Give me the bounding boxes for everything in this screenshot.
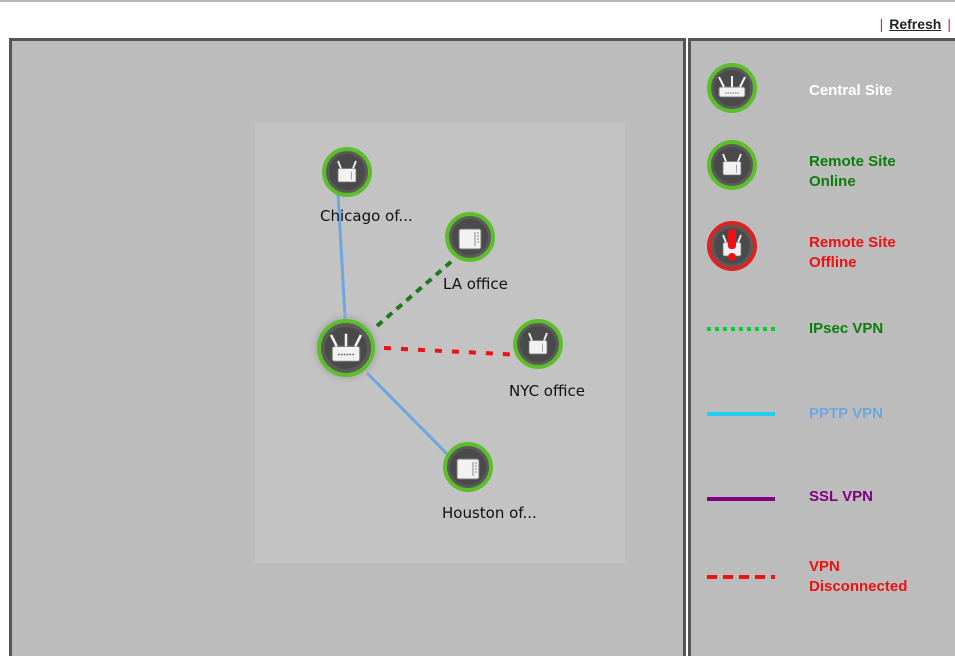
houston-office-label: Houston of... (442, 504, 537, 522)
nyc-office-node[interactable] (513, 319, 563, 369)
vpn-disconnected-line-icon (707, 575, 775, 579)
legend-remote-offline-label: Remote Site Offline (809, 234, 896, 271)
la-office-label: LA office (443, 275, 508, 293)
houston-office-node[interactable] (443, 442, 493, 492)
legend-remote-online-label: Remote Site Online (809, 153, 896, 190)
legend-vpn-disconnected-label: VPN Disconnected (809, 558, 908, 595)
link-houston-pptp (365, 371, 456, 463)
refresh-link[interactable]: Refresh (889, 16, 941, 32)
topology-graph (308, 147, 563, 492)
vpn-topology-map: Chicago of... LA office NYC office Houst… (9, 38, 686, 656)
pptp-vpn-line-icon (707, 412, 775, 416)
central-site-icon (707, 63, 757, 113)
legend-central-site-label: Central Site (809, 82, 893, 99)
ipsec-vpn-line-icon (707, 327, 775, 331)
legend-pptp-vpn: PPTP VPN (691, 390, 955, 450)
la-office-node[interactable] (445, 212, 495, 262)
central-site-node[interactable] (308, 310, 384, 386)
legend-ipsec-vpn-label: IPsec VPN (809, 320, 884, 337)
legend-ipsec-vpn: IPsec VPN (691, 305, 955, 365)
legend-remote-offline: Remote Site Offline (691, 219, 955, 279)
ssl-vpn-line-icon (707, 497, 775, 501)
legend-ssl-vpn: SSL VPN (691, 473, 955, 533)
legend-ssl-vpn-label: SSL VPN (809, 488, 873, 505)
remote-online-icon (707, 140, 757, 190)
legend-panel: Central Site Remote Site Online Remote S… (688, 38, 955, 656)
toolbar: | Refresh | (880, 14, 951, 34)
legend-remote-online: Remote Site Online (691, 138, 955, 198)
top-divider (0, 0, 955, 2)
link-la-ipsec (375, 259, 454, 328)
toolbar-separator-right: | (947, 16, 951, 32)
link-nyc-disconnected (383, 346, 523, 357)
chicago-office-label: Chicago of... (320, 207, 413, 225)
toolbar-separator-left: | (879, 16, 884, 32)
legend-central-site: Central Site (691, 61, 955, 121)
legend-vpn-disconnected: VPN Disconnected (691, 555, 955, 615)
remote-offline-icon (707, 221, 757, 271)
chicago-office-node[interactable] (322, 147, 372, 197)
legend-pptp-vpn-label: PPTP VPN (809, 405, 883, 422)
nyc-office-label: NYC office (509, 382, 585, 400)
